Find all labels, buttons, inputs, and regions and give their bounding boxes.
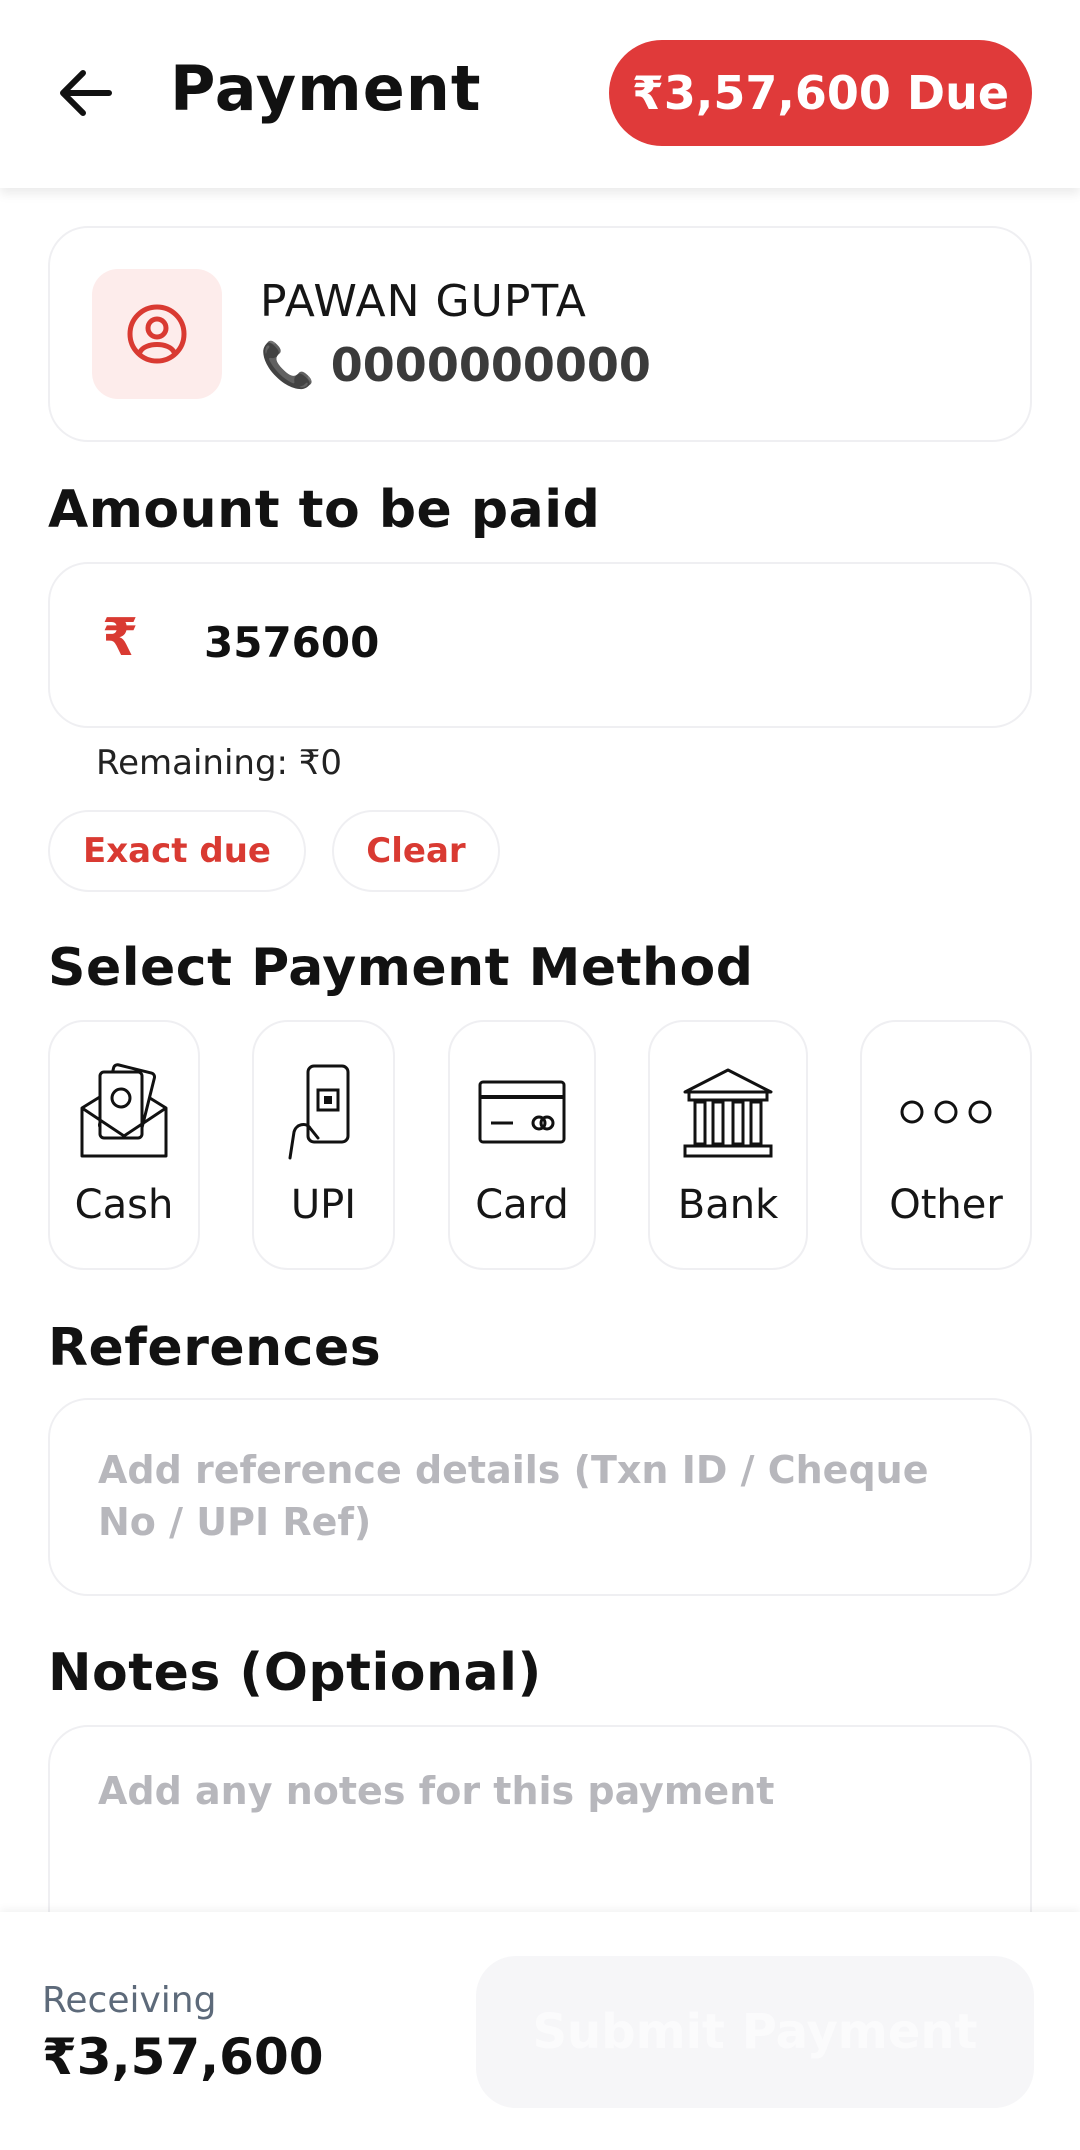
more-dots-icon <box>900 1100 992 1124</box>
payment-method-title: Select Payment Method <box>48 938 754 998</box>
customer-name: PAWAN GUPTA <box>260 276 587 327</box>
app-header: Payment ₹3,57,600 Due <box>0 0 1080 188</box>
method-cash-label: Cash <box>74 1182 174 1228</box>
method-card-label: Card <box>475 1182 569 1228</box>
customer-phone-row: 📞 0000000000 <box>260 338 651 392</box>
reference-input[interactable]: Add reference details (Txn ID / Cheque N… <box>48 1398 1032 1596</box>
reference-placeholder: Add reference details (Txn ID / Cheque N… <box>98 1448 929 1544</box>
amount-input[interactable]: ₹ 357600 <box>48 562 1032 728</box>
receiving-label: Receiving <box>42 1980 217 2021</box>
method-upi[interactable]: UPI <box>252 1020 395 1270</box>
clear-button[interactable]: Clear <box>332 810 500 892</box>
phone-qr-icon <box>288 1064 349 1160</box>
page-title: Payment <box>170 52 482 125</box>
footer-bar: Receiving ₹3,57,600 Submit Payment <box>0 1912 1080 2150</box>
rupee-icon: ₹ <box>102 608 139 668</box>
method-other[interactable]: Other <box>860 1020 1032 1270</box>
submit-payment-button[interactable]: Submit Payment <box>476 1956 1034 2108</box>
main-content: PAWAN GUPTA 📞 0000000000 Amount to be pa… <box>0 188 1080 1985</box>
method-bank[interactable]: Bank <box>648 1020 808 1270</box>
receiving-amount: ₹3,57,600 <box>42 2028 324 2086</box>
credit-card-icon <box>478 1080 566 1144</box>
amount-value: 357600 <box>204 618 380 667</box>
notes-placeholder: Add any notes for this payment <box>98 1769 775 1813</box>
method-card[interactable]: Card <box>448 1020 596 1270</box>
method-bank-label: Bank <box>677 1182 779 1228</box>
user-circle-icon <box>127 304 187 364</box>
avatar <box>92 269 222 399</box>
bank-building-icon <box>683 1068 773 1158</box>
amount-section-title: Amount to be paid <box>48 480 601 540</box>
method-upi-label: UPI <box>290 1182 357 1228</box>
remaining-text: Remaining: ₹0 <box>96 743 343 783</box>
method-cash[interactable]: Cash <box>48 1020 200 1270</box>
references-title: References <box>48 1318 382 1378</box>
method-other-label: Other <box>889 1182 1003 1228</box>
due-badge: ₹3,57,600 Due <box>609 40 1032 146</box>
customer-phone: 0000000000 <box>330 338 651 392</box>
arrow-left-icon <box>60 70 112 116</box>
back-button[interactable] <box>50 58 120 128</box>
customer-card: PAWAN GUPTA 📞 0000000000 <box>48 226 1032 442</box>
notes-title: Notes (Optional) <box>48 1643 542 1703</box>
phone-icon: 📞 <box>260 340 315 391</box>
exact-due-button[interactable]: Exact due <box>48 810 306 892</box>
cash-envelope-icon <box>80 1063 168 1158</box>
